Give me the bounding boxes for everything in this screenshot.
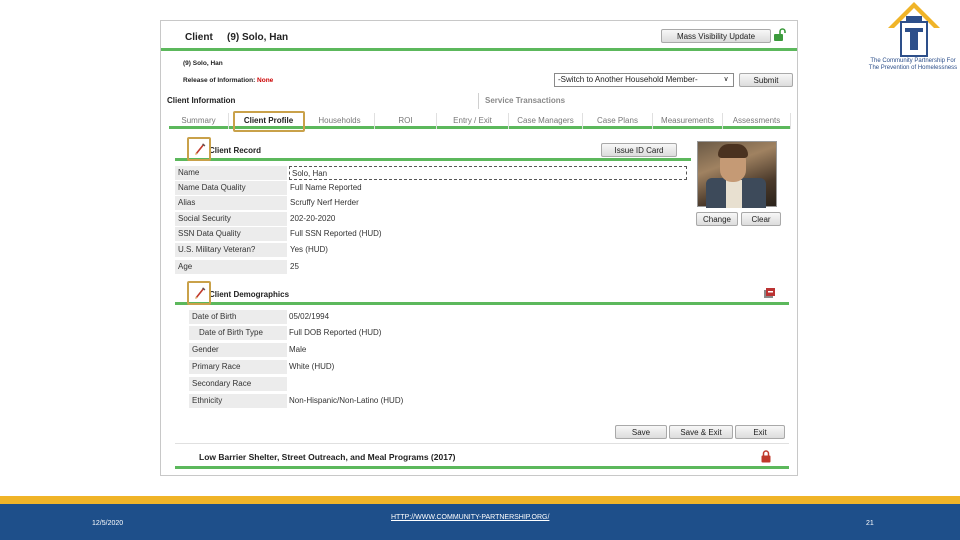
name-data-quality-value: Full Name Reported xyxy=(290,183,362,192)
household-select-value: -Switch to Another Household Member- xyxy=(558,75,698,84)
social-security-label: Social Security xyxy=(175,212,287,226)
clear-photo-button[interactable]: Clear xyxy=(741,212,781,226)
alias-value: Scruffy Nerf Herder xyxy=(290,198,359,207)
ssn-data-quality-value: Full SSN Reported (HUD) xyxy=(290,229,382,238)
client-label: Client xyxy=(185,32,213,43)
client-photo xyxy=(697,141,777,208)
client-record-title: Client Record xyxy=(209,146,262,155)
save-and-exit-button[interactable]: Save & Exit xyxy=(669,425,733,439)
exit-button[interactable]: Exit xyxy=(735,425,785,439)
tab-households[interactable]: Households xyxy=(305,113,375,129)
issue-id-card-button[interactable]: Issue ID Card xyxy=(601,143,677,157)
dob-value: 05/02/1994 xyxy=(289,312,330,321)
unlock-icon[interactable] xyxy=(773,28,787,42)
name-label: Name xyxy=(175,166,287,180)
secondary-race-label: Secondary Race xyxy=(189,377,287,391)
app-screenshot: Client (9) Solo, Han Mass Visibility Upd… xyxy=(160,20,798,476)
lock-icon[interactable] xyxy=(761,450,771,463)
veteran-label: U.S. Military Veteran? xyxy=(175,243,287,257)
ethnicity-value: Non-Hispanic/Non-Latino (HUD) xyxy=(289,396,404,405)
dob-label: Date of Birth xyxy=(189,310,287,324)
client-profile-tab-highlight xyxy=(233,111,305,132)
tab-client-information[interactable]: Client Information xyxy=(161,93,479,109)
name-data-quality-label: Name Data Quality xyxy=(175,181,287,195)
gender-value: Male xyxy=(289,345,307,354)
tab-service-transactions[interactable]: Service Transactions xyxy=(479,93,797,109)
pencil-icon[interactable] xyxy=(194,142,206,156)
photo-shirt xyxy=(726,180,742,208)
client-record-header: Client Record Issue ID Card xyxy=(175,139,691,161)
client-name: (9) Solo, Han xyxy=(227,32,289,43)
tab-roi[interactable]: ROI xyxy=(375,113,437,129)
tab-case-plans[interactable]: Case Plans xyxy=(583,113,653,129)
alias-label: Alias xyxy=(175,196,287,210)
footer-blue-bar xyxy=(0,504,960,540)
client-subname: (9) Solo, Han xyxy=(183,60,223,67)
dob-type-value: Full DOB Reported (HUD) xyxy=(289,328,382,337)
low-barrier-section-header[interactable]: Low Barrier Shelter, Street Outreach, an… xyxy=(175,443,789,469)
slide-page-number: 21 xyxy=(866,520,874,527)
social-security-value: 202-20-2020 xyxy=(290,214,336,223)
tab-case-managers[interactable]: Case Managers xyxy=(509,113,583,129)
household-member-select[interactable]: -Switch to Another Household Member- ∨ xyxy=(554,73,734,87)
primary-race-value: White (HUD) xyxy=(289,362,335,371)
history-icon[interactable] xyxy=(763,287,777,299)
ssn-data-quality-label: SSN Data Quality xyxy=(175,227,287,241)
change-photo-button[interactable]: Change xyxy=(696,212,738,226)
gender-label: Gender xyxy=(189,343,287,357)
client-demographics-edit-highlight xyxy=(187,281,211,305)
dob-type-label: Date of Birth Type xyxy=(189,326,287,340)
pencil-icon[interactable] xyxy=(194,286,206,300)
mass-visibility-update-button[interactable]: Mass Visibility Update xyxy=(661,29,771,43)
client-demographics-title: Client Demographics xyxy=(209,290,290,299)
tab-summary[interactable]: Summary xyxy=(169,113,229,129)
chevron-down-icon: ∨ xyxy=(723,76,729,83)
header-divider xyxy=(161,48,797,51)
low-barrier-title: Low Barrier Shelter, Street Outreach, an… xyxy=(199,452,456,462)
release-of-information: Release of Information: None xyxy=(183,77,273,84)
primary-race-label: Primary Race xyxy=(189,360,287,374)
tab-measurements[interactable]: Measurements xyxy=(653,113,723,129)
roi-label: Release of Information: xyxy=(183,77,256,84)
age-label: Age xyxy=(175,260,287,274)
age-value: 25 xyxy=(290,262,299,271)
name-field[interactable]: Solo, Han xyxy=(289,166,687,180)
footer-gold-bar xyxy=(0,496,960,504)
footer-date: 12/5/2020 xyxy=(92,520,124,527)
roi-value: None xyxy=(257,77,274,84)
save-button[interactable]: Save xyxy=(615,425,667,439)
veteran-value: Yes (HUD) xyxy=(290,245,328,254)
tab-entry-exit[interactable]: Entry / Exit xyxy=(437,113,509,129)
tab-assessments[interactable]: Assessments xyxy=(723,113,791,129)
secondary-race-value xyxy=(289,377,589,391)
logo-text: The Community Partnership For The Preven… xyxy=(868,58,958,71)
ethnicity-label: Ethnicity xyxy=(189,394,287,408)
outer-tab-bar: Client Information Service Transactions xyxy=(161,93,797,109)
client-demographics-header: Client Demographics xyxy=(175,283,789,305)
client-record-edit-highlight xyxy=(187,137,211,161)
footer-url-link[interactable]: HTTP://WWW.COMMUNITY-PARTNERSHIP.ORG/ xyxy=(391,514,549,521)
photo-hair xyxy=(718,144,748,158)
submit-button[interactable]: Submit xyxy=(739,73,793,87)
